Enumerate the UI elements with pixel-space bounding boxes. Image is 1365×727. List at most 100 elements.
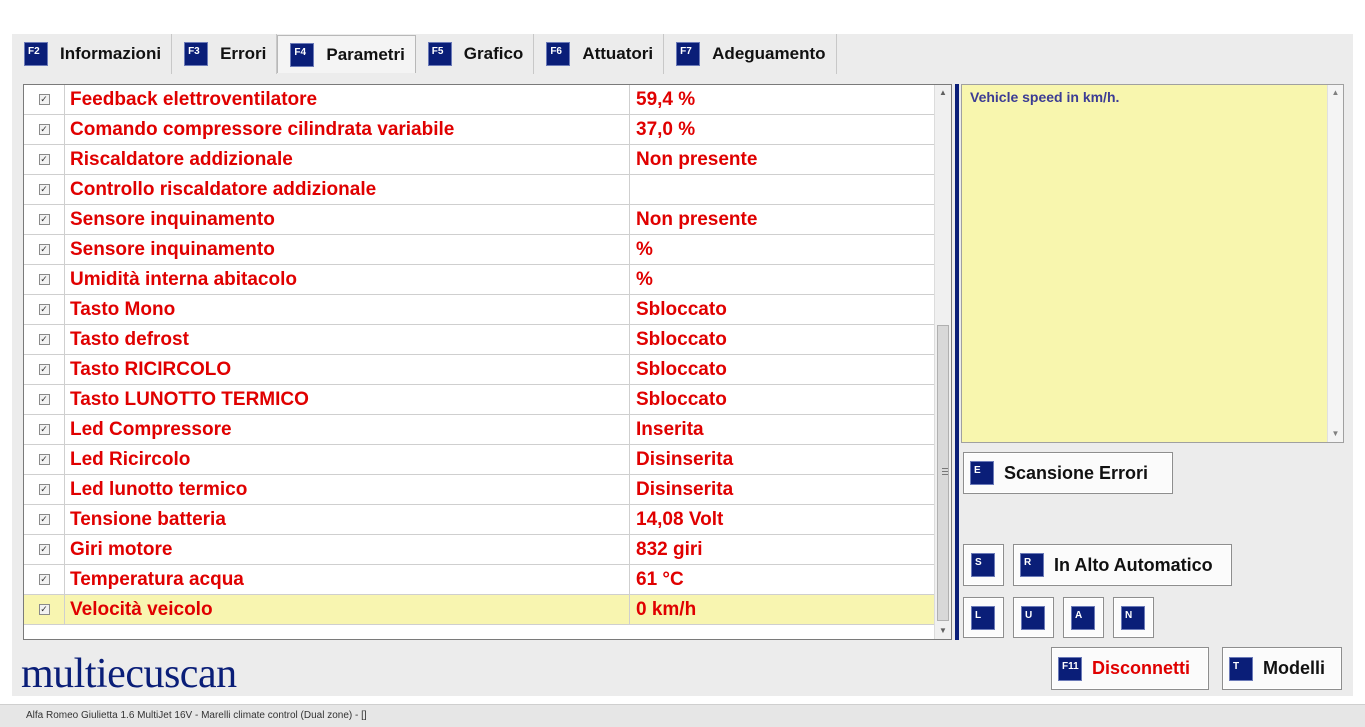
row-checkbox[interactable]: ✓ [38,214,50,225]
scroll-up-arrow-icon[interactable]: ▲ [1328,85,1343,101]
status-text: Alfa Romeo Giulietta 1.6 MultiJet 16V - … [26,710,367,721]
u-button[interactable]: U [1013,597,1054,638]
table-row[interactable]: ✓ Velocità veicolo 0 km/h [24,595,935,625]
parameter-value: 14,08 Volt [636,508,724,530]
row-checkbox[interactable]: ✓ [38,244,50,255]
table-row[interactable]: ✓ Tasto defrost Sbloccato [24,325,935,355]
parameter-value: Sbloccato [636,388,727,410]
key-f6-icon: F6 [546,42,571,66]
key-l-icon: L [971,605,995,630]
key-t-icon: T [1229,656,1253,681]
tab-bar: F2 Informazioni F3 Errori F4 Parametri F5 Grafi… [12,34,837,74]
multiecuscan-logo: multiecuscan [21,651,237,697]
checkbox-cell: ✓ [24,235,65,264]
row-checkbox[interactable]: ✓ [38,394,50,405]
table-scrollbar[interactable]: ▲ ▼ [934,85,951,639]
key-s-icon: S [971,553,995,577]
parameter-name: Led Ricircolo [65,445,630,474]
table-row[interactable]: ✓ Umidità interna abitacolo % [24,265,935,295]
checkbox-cell: ✓ [24,295,65,324]
row-checkbox[interactable]: ✓ [38,124,50,135]
checkbox-cell: ✓ [24,595,65,624]
l-button[interactable]: L [963,597,1004,638]
parameter-value: Inserita [636,418,704,440]
checkbox-cell: ✓ [24,265,65,294]
parameter-name: Giri motore [65,535,630,564]
table-row[interactable]: ✓ Tasto RICIRCOLO Sbloccato [24,355,935,385]
grip-line [942,468,948,469]
row-checkbox[interactable]: ✓ [38,154,50,165]
auto-top-button[interactable]: R In Alto Automatico [1013,544,1232,586]
table-row[interactable]: ✓ Feedback elettroventilatore 59,4 % [24,85,935,115]
parameter-value: Sbloccato [636,328,727,350]
row-checkbox[interactable]: ✓ [38,454,50,465]
tab-attuatori[interactable]: F6 Attuatori [534,34,665,74]
row-checkbox[interactable]: ✓ [38,484,50,495]
tab-errori[interactable]: F3 Errori [172,34,278,74]
row-checkbox[interactable]: ✓ [38,184,50,195]
tab-parametri[interactable]: F4 Parametri [277,35,416,73]
parameter-name: Led lunotto termico [65,475,630,504]
grip-line [942,471,948,472]
scroll-up-arrow-icon[interactable]: ▲ [935,85,951,101]
parameter-name: Sensore inquinamento [65,205,630,234]
models-button[interactable]: T Modelli [1222,647,1342,690]
row-checkbox[interactable]: ✓ [38,364,50,375]
parameter-description-box: Vehicle speed in km/h. ▲ ▼ [961,84,1344,443]
table-row[interactable]: ✓ Tasto Mono Sbloccato [24,295,935,325]
table-row[interactable]: ✓ Tasto LUNOTTO TERMICO Sbloccato [24,385,935,415]
parameter-name: Tasto Mono [65,295,630,324]
parameter-value: 37,0 % [636,118,696,140]
app-window: F2 Informazioni F3 Errori F4 Parametri F5 Grafi… [0,0,1365,727]
table-row[interactable]: ✓ Led lunotto termico Disinserita [24,475,935,505]
s-button[interactable]: S [963,544,1004,586]
table-row[interactable]: ✓ Comando compressore cilindrata variabil… [24,115,935,145]
parameter-name: Tasto defrost [65,325,630,354]
checkbox-cell: ✓ [24,535,65,564]
parameter-value: 61 °C [636,568,684,590]
table-row[interactable]: ✓ Riscaldatore addizionale Non presente [24,145,935,175]
parameter-name: Feedback elettroventilatore [65,85,630,114]
scroll-down-arrow-icon[interactable]: ▼ [935,623,951,639]
table-row[interactable]: ✓ Controllo riscaldatore addizionale [24,175,935,205]
row-checkbox[interactable]: ✓ [38,304,50,315]
tab-informazioni[interactable]: F2 Informazioni [12,34,173,74]
parameter-value: Non presente [636,148,758,170]
a-button[interactable]: A [1063,597,1104,638]
row-checkbox[interactable]: ✓ [38,424,50,435]
parameter-name: Velocità veicolo [65,595,630,624]
scan-errors-label: Scansione Errori [1004,462,1149,483]
row-checkbox[interactable]: ✓ [38,94,50,105]
checkbox-cell: ✓ [24,85,65,114]
table-row[interactable]: ✓ Tensione batteria 14,08 Volt [24,505,935,535]
key-f2-icon: F2 [24,42,48,66]
table-row[interactable]: ✓ Led Ricircolo Disinserita [24,445,935,475]
row-checkbox[interactable]: ✓ [38,544,50,555]
n-button[interactable]: N [1113,597,1154,638]
row-checkbox[interactable]: ✓ [38,274,50,285]
scroll-thumb[interactable] [937,325,949,621]
row-checkbox[interactable]: ✓ [38,574,50,585]
checkbox-cell: ✓ [24,445,65,474]
checkbox-cell: ✓ [24,415,65,444]
tab-label: Adeguamento [712,44,826,63]
checkbox-cell: ✓ [24,385,65,414]
table-row[interactable]: ✓ Sensore inquinamento % [24,235,935,265]
row-checkbox[interactable]: ✓ [38,514,50,525]
row-checkbox[interactable]: ✓ [38,604,50,615]
tab-adeguamento[interactable]: F7 Adeguamento [664,34,837,74]
disconnect-button[interactable]: F11 Disconnetti [1051,647,1209,690]
row-checkbox[interactable]: ✓ [38,334,50,345]
parameter-value: Disinserita [636,448,734,470]
checkbox-cell: ✓ [24,205,65,234]
description-scrollbar[interactable]: ▲ ▼ [1327,85,1343,442]
tab-grafico[interactable]: F5 Grafico [416,34,535,74]
scan-errors-button[interactable]: E Scansione Errori [963,452,1173,494]
table-row[interactable]: ✓ Led Compressore Inserita [24,415,935,445]
parameter-value: % [636,268,653,290]
parameter-name: Comando compressore cilindrata variabile [65,115,630,144]
scroll-down-arrow-icon[interactable]: ▼ [1328,426,1343,442]
table-row[interactable]: ✓ Giri motore 832 giri [24,535,935,565]
table-row[interactable]: ✓ Temperatura acqua 61 °C [24,565,935,595]
table-row[interactable]: ✓ Sensore inquinamento Non presente [24,205,935,235]
